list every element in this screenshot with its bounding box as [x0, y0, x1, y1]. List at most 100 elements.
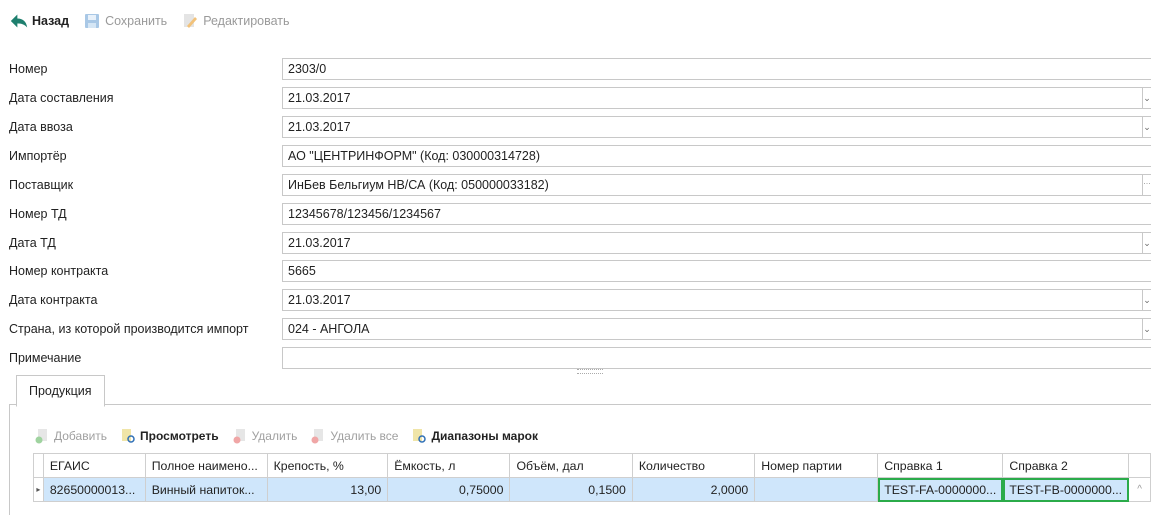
date-import-field[interactable]: 21.03.2017 ⌄ — [282, 116, 1151, 138]
row-supplier: Поставщик ИнБев Бельгиум НВ/СА (Код: 050… — [9, 173, 1151, 197]
delete-all-icon — [309, 427, 327, 445]
date-created-label: Дата составления — [9, 91, 114, 105]
col-header-certificate-1[interactable]: Справка 1 — [877, 453, 1004, 478]
date-import-label: Дата ввоза — [9, 120, 73, 134]
td-number-label: Номер ТД — [9, 207, 67, 221]
add-document-icon — [33, 427, 51, 445]
chevron-down-icon[interactable]: ⌄ — [1142, 117, 1151, 137]
number-value: 2303/0 — [288, 62, 327, 76]
main-toolbar: Назад Сохранить Редактировать — [10, 8, 290, 34]
row-date-import: Дата ввоза 21.03.2017 ⌄ — [9, 115, 1151, 139]
date-import-value: 21.03.2017 — [288, 120, 351, 134]
row-td-number: Номер ТД 12345678/123456/1234567 — [9, 202, 1151, 226]
row-country: Страна, из которой производится импорт 0… — [9, 317, 1151, 341]
chevron-down-icon[interactable]: ⌄ — [1142, 319, 1151, 339]
cell-quantity[interactable]: 2,0000 — [631, 477, 756, 502]
importer-field[interactable]: АО "ЦЕНТРИНФОРМ" (Код: 030000314728) — [282, 145, 1151, 167]
stamp-ranges-button[interactable]: Диапазоны марок — [410, 427, 538, 445]
cell-strength[interactable]: 13,00 — [266, 477, 389, 502]
col-header-volume[interactable]: Объём, дал — [509, 453, 633, 478]
cell-capacity[interactable]: 0,75000 — [387, 477, 511, 502]
td-number-field[interactable]: 12345678/123456/1234567 — [282, 203, 1151, 225]
chevron-down-icon[interactable]: ⌄ — [1142, 88, 1151, 108]
date-created-value: 21.03.2017 — [288, 91, 351, 105]
chevron-down-icon[interactable]: ⌄ — [1142, 290, 1151, 310]
chevron-down-icon[interactable]: ⌄ — [1142, 233, 1151, 253]
row-selected-indicator-icon: ▸ — [33, 477, 44, 502]
scroll-up-icon[interactable]: ^ — [1128, 477, 1151, 502]
delete-all-button[interactable]: Удалить все — [309, 427, 398, 445]
col-header-capacity[interactable]: Ёмкость, л — [387, 453, 511, 478]
save-label: Сохранить — [105, 14, 168, 28]
table-header-row: ЕГАИС Полное наимено... Крепость, % Ёмко… — [33, 453, 1151, 478]
back-label: Назад — [32, 14, 70, 28]
importer-label: Импортёр — [9, 149, 67, 163]
col-header-egais[interactable]: ЕГАИС — [42, 453, 146, 478]
contract-date-value: 21.03.2017 — [288, 293, 351, 307]
save-button[interactable]: Сохранить — [83, 12, 167, 30]
row-td-date: Дата ТД 21.03.2017 ⌄ — [9, 231, 1151, 255]
view-label: Просмотреть — [140, 429, 219, 443]
row-contract-date: Дата контракта 21.03.2017 ⌄ — [9, 288, 1151, 312]
add-label: Добавить — [54, 429, 108, 443]
td-date-value: 21.03.2017 — [288, 236, 351, 250]
add-button[interactable]: Добавить — [33, 427, 107, 445]
view-button[interactable]: Просмотреть — [119, 427, 219, 445]
note-label: Примечание — [9, 351, 82, 365]
col-header-extra — [1128, 453, 1151, 478]
row-importer: Импортёр АО "ЦЕНТРИНФОРМ" (Код: 03000031… — [9, 144, 1151, 168]
supplier-value: ИнБев Бельгиум НВ/СА (Код: 050000033182) — [288, 178, 549, 192]
cell-egais[interactable]: 82650000013... — [42, 477, 146, 502]
importer-value: АО "ЦЕНТРИНФОРМ" (Код: 030000314728) — [288, 149, 540, 163]
edit-button[interactable]: Редактировать — [181, 12, 290, 30]
row-contract-number: Номер контракта 5665 — [9, 259, 1151, 283]
cell-batch-number[interactable] — [754, 477, 879, 502]
col-header-full-name[interactable]: Полное наимено... — [144, 453, 268, 478]
back-arrow-icon — [10, 12, 28, 30]
edit-label: Редактировать — [203, 14, 290, 28]
products-table: ЕГАИС Полное наимено... Крепость, % Ёмко… — [33, 453, 1151, 502]
contract-date-field[interactable]: 21.03.2017 ⌄ — [282, 289, 1151, 311]
col-header-certificate-2[interactable]: Справка 2 — [1002, 453, 1130, 478]
cell-full-name[interactable]: Винный напиток... — [144, 477, 268, 502]
cell-volume[interactable]: 0,1500 — [509, 477, 633, 502]
number-field[interactable]: 2303/0 — [282, 58, 1151, 80]
contract-number-value: 5665 — [288, 264, 316, 278]
delete-label: Удалить — [251, 429, 298, 443]
ellipsis-icon[interactable]: … — [1142, 175, 1151, 195]
td-date-field[interactable]: 21.03.2017 ⌄ — [282, 232, 1151, 254]
contract-date-label: Дата контракта — [9, 293, 98, 307]
date-created-field[interactable]: 21.03.2017 ⌄ — [282, 87, 1151, 109]
country-field[interactable]: 024 - АНГОЛА ⌄ — [282, 318, 1151, 340]
contract-number-label: Номер контракта — [9, 264, 109, 278]
delete-all-label: Удалить все — [330, 429, 399, 443]
note-field[interactable] — [282, 347, 1151, 369]
country-label: Страна, из которой производится импорт — [9, 322, 249, 336]
row-number: Номер 2303/0 — [9, 57, 1151, 81]
supplier-field[interactable]: ИнБев Бельгиум НВ/СА (Код: 050000033182)… — [282, 174, 1151, 196]
table-row[interactable]: ▸ 82650000013... Винный напиток... 13,00… — [33, 477, 1151, 502]
td-number-value: 12345678/123456/1234567 — [288, 207, 441, 221]
edit-document-icon — [181, 12, 199, 30]
number-label: Номер — [9, 62, 48, 76]
row-note: Примечание — [9, 346, 1151, 370]
row-date-created: Дата составления 21.03.2017 ⌄ — [9, 86, 1151, 110]
delete-button[interactable]: Удалить — [231, 427, 298, 445]
delete-document-icon — [231, 427, 249, 445]
products-toolbar: Добавить Просмотреть Удалить Удалить все… — [33, 425, 538, 447]
row-indicator-header — [33, 453, 44, 478]
back-button[interactable]: Назад — [10, 12, 69, 30]
country-value: 024 - АНГОЛА — [288, 322, 370, 336]
col-header-quantity[interactable]: Количество — [631, 453, 756, 478]
tab-products[interactable]: Продукция — [16, 375, 105, 407]
supplier-label: Поставщик — [9, 178, 74, 192]
view-document-icon — [119, 427, 137, 445]
stamp-ranges-icon — [410, 427, 428, 445]
cell-certificate-2[interactable]: TEST-FB-0000000... — [1002, 477, 1130, 502]
contract-number-field[interactable]: 5665 — [282, 260, 1151, 282]
td-date-label: Дата ТД — [9, 236, 56, 250]
stamp-ranges-label: Диапазоны марок — [431, 429, 539, 443]
col-header-batch-number[interactable]: Номер партии — [754, 453, 879, 478]
col-header-strength[interactable]: Крепость, % — [266, 453, 389, 478]
cell-certificate-1[interactable]: TEST-FA-0000000... — [877, 477, 1004, 502]
